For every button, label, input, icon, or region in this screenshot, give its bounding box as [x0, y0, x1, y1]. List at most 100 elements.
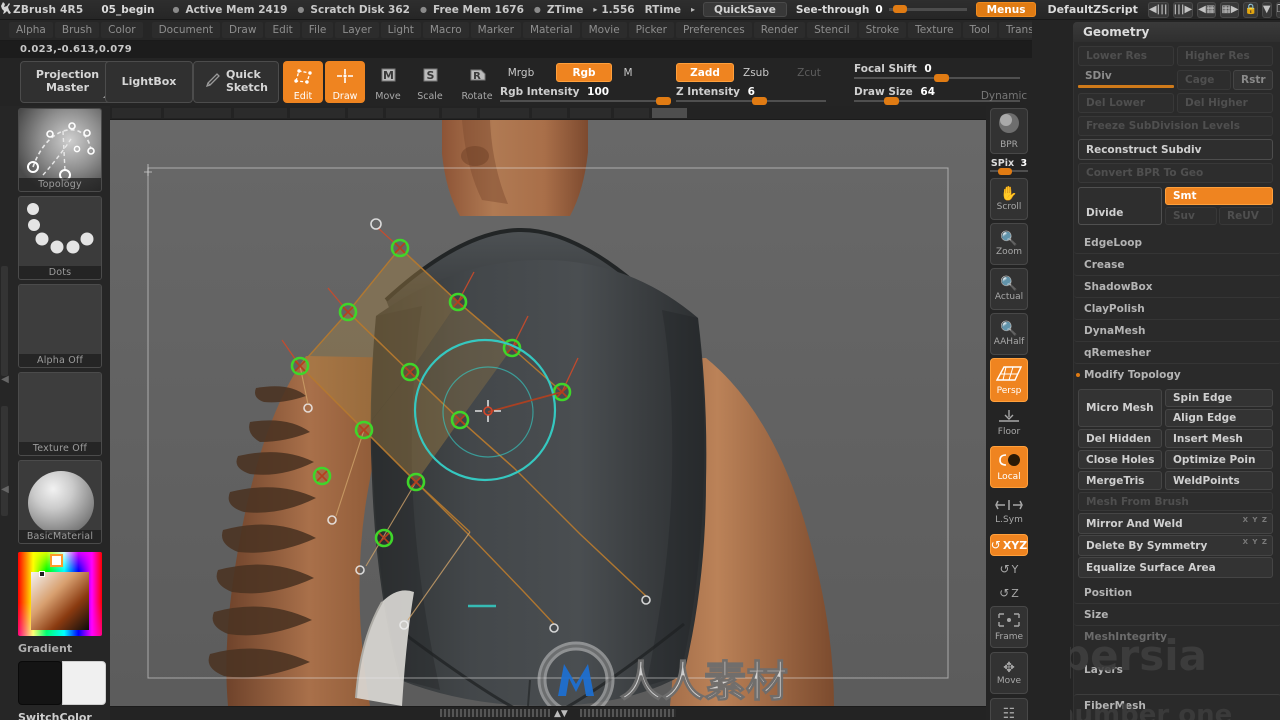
section-position[interactable]: Position: [1074, 582, 1280, 604]
canvas-tool-seg[interactable]: [290, 108, 346, 118]
canvas-scroll-hatch-left[interactable]: [440, 709, 550, 717]
stroke-thumbnail[interactable]: Dots: [18, 196, 102, 280]
canvas-tool-seg[interactable]: [112, 108, 162, 118]
tray-right-icon[interactable]: ▦▶: [1220, 1, 1240, 18]
menu-alpha[interactable]: Alpha: [9, 22, 53, 38]
color-picker-marker[interactable]: [50, 554, 63, 567]
section-shadowbox[interactable]: ShadowBox: [1074, 276, 1280, 298]
canvas-tool-seg[interactable]: [386, 108, 440, 118]
section-crease[interactable]: Crease: [1074, 254, 1280, 276]
scroll-right-icon[interactable]: |||▶: [1172, 1, 1194, 18]
cage-button[interactable]: Cage: [1177, 70, 1231, 90]
gradient-label[interactable]: Gradient: [18, 642, 72, 655]
tray-collapse-icon-2[interactable]: ◀: [0, 481, 10, 497]
scale-button[interactable]: S Scale: [410, 61, 450, 103]
menu-material[interactable]: Material: [522, 22, 580, 38]
canvas-tool-seg[interactable]: [480, 108, 530, 118]
primary-color-swatch[interactable]: [62, 661, 106, 705]
m-button[interactable]: M: [616, 63, 640, 82]
switch-color-label[interactable]: SwitchColor: [18, 711, 92, 720]
rotate-y-button[interactable]: ↺ Y: [990, 558, 1028, 580]
rgb-button[interactable]: Rgb: [556, 63, 612, 82]
section-dynamesh[interactable]: DynaMesh: [1074, 320, 1280, 342]
canvas-scroll-caret-icon[interactable]: ▲▼: [554, 709, 568, 719]
menu-preferences[interactable]: Preferences: [675, 22, 752, 38]
move-button[interactable]: M Move: [368, 61, 408, 103]
optimize-points-button[interactable]: Optimize Poin: [1165, 450, 1273, 469]
canvas-tool-seg-active[interactable]: [652, 108, 688, 118]
mrgb-button[interactable]: Mrgb: [500, 63, 542, 82]
menu-marker[interactable]: Marker: [470, 22, 521, 38]
color-picker-cursor[interactable]: [39, 571, 45, 577]
color-picker[interactable]: [18, 552, 102, 636]
menu-file[interactable]: File: [301, 22, 334, 38]
lightbox-button[interactable]: LightBox: [105, 61, 193, 103]
persp-button[interactable]: Persp: [990, 358, 1028, 402]
move-view-button[interactable]: ✥ Move: [990, 652, 1028, 694]
menu-tool[interactable]: Tool: [962, 22, 997, 38]
zcut-button[interactable]: Zcut: [792, 63, 826, 82]
menu-picker[interactable]: Picker: [628, 22, 674, 38]
menu-stroke[interactable]: Stroke: [858, 22, 907, 38]
micro-mesh-button[interactable]: Micro Mesh: [1078, 389, 1162, 427]
reuv-button[interactable]: ReUV: [1219, 207, 1273, 225]
menu-light[interactable]: Light: [380, 22, 421, 38]
tray-resize-handle-2[interactable]: [1, 406, 8, 516]
tray-resize-handle[interactable]: [1, 266, 8, 376]
reconstruct-subdiv-button[interactable]: Reconstruct Subdiv: [1078, 139, 1273, 160]
mirror-and-weld-button[interactable]: Mirror And Weld X Y Z: [1078, 513, 1273, 534]
zscript-name[interactable]: DefaultZScript: [1039, 3, 1145, 16]
zsub-button[interactable]: Zsub: [736, 63, 776, 82]
menu-movie[interactable]: Movie: [581, 22, 627, 38]
close-holes-button[interactable]: Close Holes: [1078, 450, 1162, 469]
equalize-surface-area-button[interactable]: Equalize Surface Area: [1078, 557, 1273, 578]
zoom-button[interactable]: 🔍 Zoom: [990, 223, 1028, 265]
focal-shift-slider[interactable]: Focal Shift 0: [854, 63, 1020, 82]
canvas-tool-seg[interactable]: [234, 108, 288, 118]
material-thumbnail[interactable]: BasicMaterial: [18, 460, 102, 544]
menu-document[interactable]: Document: [151, 22, 220, 38]
edit-button[interactable]: Edit: [283, 61, 323, 103]
aahalf-button[interactable]: 🔍 AAHalf: [990, 313, 1028, 355]
menu-texture[interactable]: Texture: [908, 22, 961, 38]
menu-stencil[interactable]: Stencil: [807, 22, 857, 38]
quick-sketch-button[interactable]: Quick Sketch: [193, 61, 279, 103]
smt-button[interactable]: Smt: [1165, 187, 1273, 205]
menu-color[interactable]: Color: [101, 22, 143, 38]
section-geometry-hd[interactable]: Geometry HD: [1074, 716, 1280, 720]
insert-mesh-button[interactable]: Insert Mesh: [1165, 429, 1273, 448]
canvas-tool-seg[interactable]: [442, 108, 478, 118]
canvas-bottom-bar[interactable]: ▲▼: [110, 706, 986, 720]
texture-thumbnail[interactable]: Texture Off: [18, 372, 102, 456]
menu-macro[interactable]: Macro: [422, 22, 469, 38]
menu-draw[interactable]: Draw: [222, 22, 264, 38]
see-through-track[interactable]: [888, 5, 967, 13]
del-lower-button[interactable]: Del Lower: [1078, 93, 1174, 113]
lsym-button[interactable]: L.Sym: [990, 494, 1028, 530]
section-qremesher[interactable]: qRemesher: [1074, 342, 1280, 364]
menu-edit[interactable]: Edit: [265, 22, 300, 38]
lock-icon[interactable]: 🔒: [1243, 1, 1258, 18]
xyz-button[interactable]: ↺ XYZ: [990, 534, 1028, 556]
alpha-thumbnail[interactable]: Alpha Off: [18, 284, 102, 368]
rgb-intensity-slider[interactable]: Rgb Intensity 100: [500, 86, 671, 105]
scroll-left-icon[interactable]: ◀|||: [1147, 1, 1169, 18]
spin-edge-button[interactable]: Spin Edge: [1165, 389, 1273, 407]
section-claypolish[interactable]: ClayPolish: [1074, 298, 1280, 320]
menu-render[interactable]: Render: [753, 22, 806, 38]
merge-tris-button[interactable]: MergeTris: [1078, 471, 1162, 490]
section-modify-topology[interactable]: Modify Topology: [1074, 364, 1280, 386]
bpr-button[interactable]: BPR: [990, 108, 1028, 154]
del-higher-button[interactable]: Del Higher: [1177, 93, 1273, 113]
actual-button[interactable]: 🔍 Actual: [990, 268, 1028, 310]
viewport-3d[interactable]: 人人素材 www. rr-sc .com: [110, 120, 986, 706]
canvas-top-toolbar[interactable]: [110, 106, 986, 120]
convert-bpr-button[interactable]: Convert BPR To Geo: [1078, 163, 1273, 183]
section-layers[interactable]: Layers: [1074, 659, 1280, 681]
zadd-button[interactable]: Zadd: [676, 63, 734, 82]
scroll-button[interactable]: ✋ Scroll: [990, 178, 1028, 220]
see-through-slider[interactable]: See-through 0: [796, 4, 967, 16]
menu-brush[interactable]: Brush: [54, 22, 100, 38]
mesh-from-brush-button[interactable]: Mesh From Brush: [1078, 492, 1273, 511]
higher-res-button[interactable]: Higher Res: [1177, 46, 1273, 66]
